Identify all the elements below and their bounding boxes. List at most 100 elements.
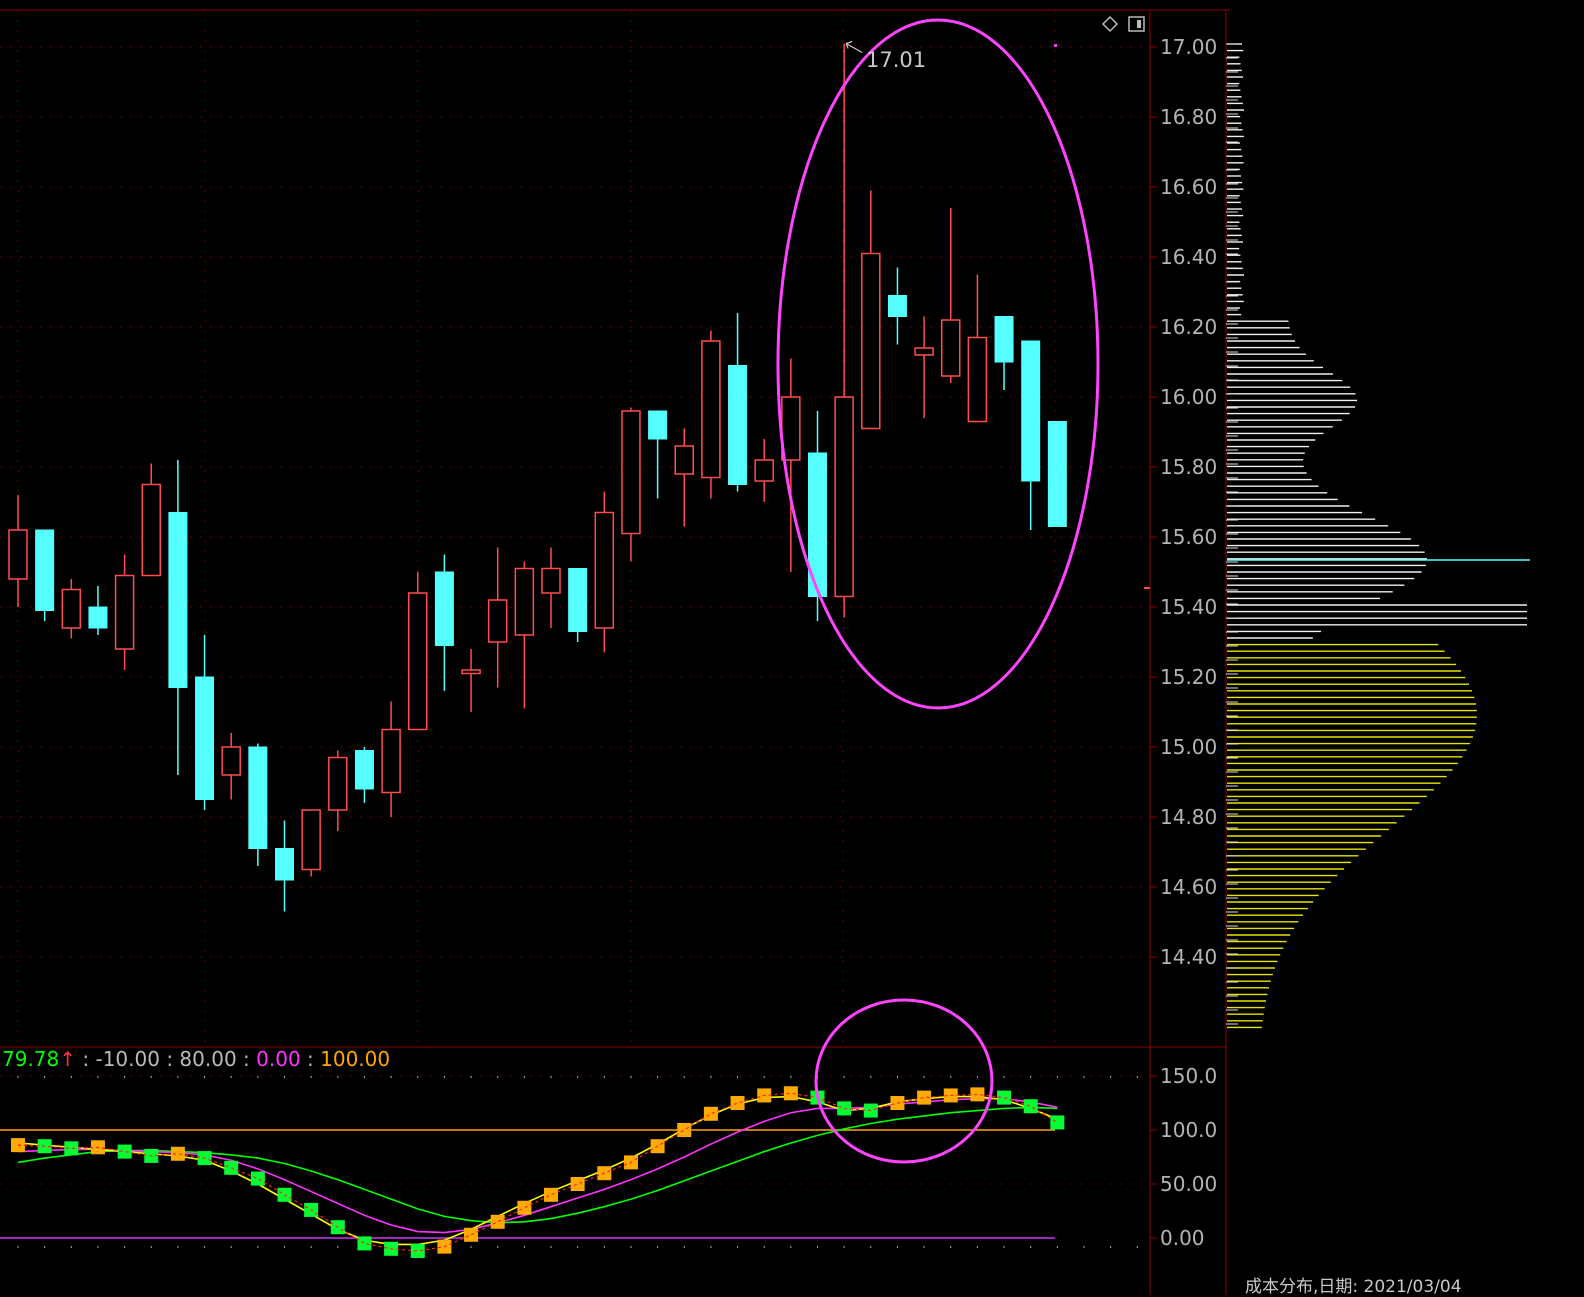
price-tick-label: 15.00 — [1160, 735, 1217, 759]
candle — [114, 554, 135, 670]
candle-body-up — [701, 340, 721, 479]
candle — [1047, 421, 1067, 527]
price-tick-label: 14.40 — [1160, 945, 1217, 969]
ind-tick-label: 0.00 — [1160, 1226, 1205, 1250]
indicator-bar — [410, 1243, 425, 1258]
candle-body-down — [1047, 421, 1067, 527]
high-price-label: 17.01 — [866, 48, 926, 72]
indicator-axis: 150.0 100.0 50.00 0.00 — [1150, 1064, 1217, 1250]
candle-body-up — [914, 347, 934, 356]
candle-body-down — [728, 365, 748, 485]
ind-tick-label: 50.00 — [1160, 1172, 1217, 1196]
price-tick-label: 14.80 — [1160, 805, 1217, 829]
candle — [648, 410, 668, 499]
candle — [195, 635, 215, 810]
indicator-bar — [783, 1086, 798, 1101]
candle — [354, 747, 374, 803]
candle-body-down — [568, 568, 588, 632]
indicator-bar — [517, 1200, 532, 1215]
indicator-bar — [357, 1236, 372, 1251]
candle-body-up — [621, 410, 641, 535]
candle-body-down — [648, 410, 668, 440]
candle — [275, 820, 294, 912]
candle-body-up — [8, 529, 28, 580]
candle — [941, 208, 961, 383]
candle-body-down — [994, 316, 1014, 363]
panel-toggle-inner-icon — [1137, 20, 1141, 28]
candle-body-up — [487, 599, 508, 643]
indicator-panel — [0, 1075, 1150, 1258]
candle — [994, 316, 1014, 390]
price-tick-label: 16.40 — [1160, 245, 1217, 269]
price-tick-label: 16.00 — [1160, 385, 1217, 409]
indicator-bar — [730, 1096, 745, 1110]
chart-icons — [1101, 15, 1145, 33]
legend-param-1: -10.00 — [95, 1047, 160, 1071]
indicator-legend: 79.78↑ : -10.00 : 80.00 : 0.00 : 100.00 — [2, 1047, 390, 1071]
candle — [514, 561, 535, 709]
legend-param-2: 80.00 — [179, 1047, 237, 1071]
candle — [621, 407, 641, 562]
candle-body-down — [195, 676, 215, 800]
candle — [701, 330, 721, 499]
indicator-bar — [677, 1123, 692, 1137]
candle-body-down — [1021, 340, 1041, 482]
candle — [1021, 340, 1041, 530]
candle-body-up — [834, 396, 854, 598]
indicator-trail — [17, 1092, 1058, 1252]
candle-body-up — [141, 483, 161, 577]
indicator-bar — [570, 1177, 585, 1191]
cost-distribution-date: 成本分布,日期: 2021/03/04 — [1245, 1277, 1462, 1297]
last-price-dot — [1054, 44, 1057, 47]
candle — [221, 733, 241, 800]
candle-body-down — [248, 746, 268, 849]
panel-toggle-icon[interactable] — [1128, 16, 1145, 32]
candle — [301, 809, 321, 877]
candlestick-series — [8, 40, 1150, 912]
indicator-bar — [703, 1106, 718, 1121]
candle-body-up — [301, 809, 321, 871]
high-marker-arrow — [845, 40, 863, 54]
legend-sep-2: : — [159, 1047, 180, 1071]
stock-chart: 17.00 16.80 16.60 16.40 16.20 16.00 15.80 15.60… — [0, 9, 1530, 1295]
candle — [754, 439, 774, 502]
candle-body-down — [168, 512, 188, 688]
price-axis: 17.00 16.80 16.60 16.40 16.20 16.00 15.80 15.60… — [1150, 35, 1217, 969]
up-arrow-icon: ↑ — [59, 1047, 77, 1071]
candle-body-down — [887, 295, 907, 317]
candle-body-down — [434, 571, 454, 646]
candle-body-up — [754, 459, 774, 482]
candle — [8, 495, 28, 607]
diamond-icon[interactable] — [1101, 15, 1119, 33]
indicator-bar — [837, 1101, 852, 1116]
price-tick-label: 16.80 — [1160, 105, 1217, 129]
indicator-bar — [170, 1146, 185, 1161]
candle — [834, 43, 854, 618]
indicator-bar — [117, 1144, 132, 1159]
candle-body-up — [861, 252, 881, 430]
candle-body-down — [88, 606, 108, 629]
candle — [461, 649, 481, 712]
ind-tick-label: 150.0 — [1160, 1064, 1217, 1088]
legend-param-3: 0.00 — [256, 1047, 301, 1071]
candle — [35, 529, 55, 621]
price-tick-label: 15.80 — [1160, 455, 1217, 479]
candle — [487, 547, 508, 688]
candle — [594, 491, 615, 653]
candle-body-down — [35, 529, 55, 611]
candle — [861, 190, 881, 430]
candle-body-up — [541, 567, 561, 594]
candle — [88, 586, 108, 635]
indicator-bar — [490, 1214, 505, 1229]
candle-body-up — [221, 746, 241, 776]
indicator-bar — [464, 1227, 479, 1242]
legend-param-4: 100.00 — [320, 1047, 391, 1071]
indicator-bar — [1023, 1099, 1038, 1114]
candle-body-up — [461, 669, 481, 675]
candle — [728, 313, 748, 492]
candle — [541, 547, 561, 628]
price-tick-label: 15.60 — [1160, 525, 1217, 549]
ind-tick-label: 100.0 — [1160, 1118, 1217, 1142]
candle — [61, 579, 82, 639]
candle-body-down — [275, 848, 294, 881]
